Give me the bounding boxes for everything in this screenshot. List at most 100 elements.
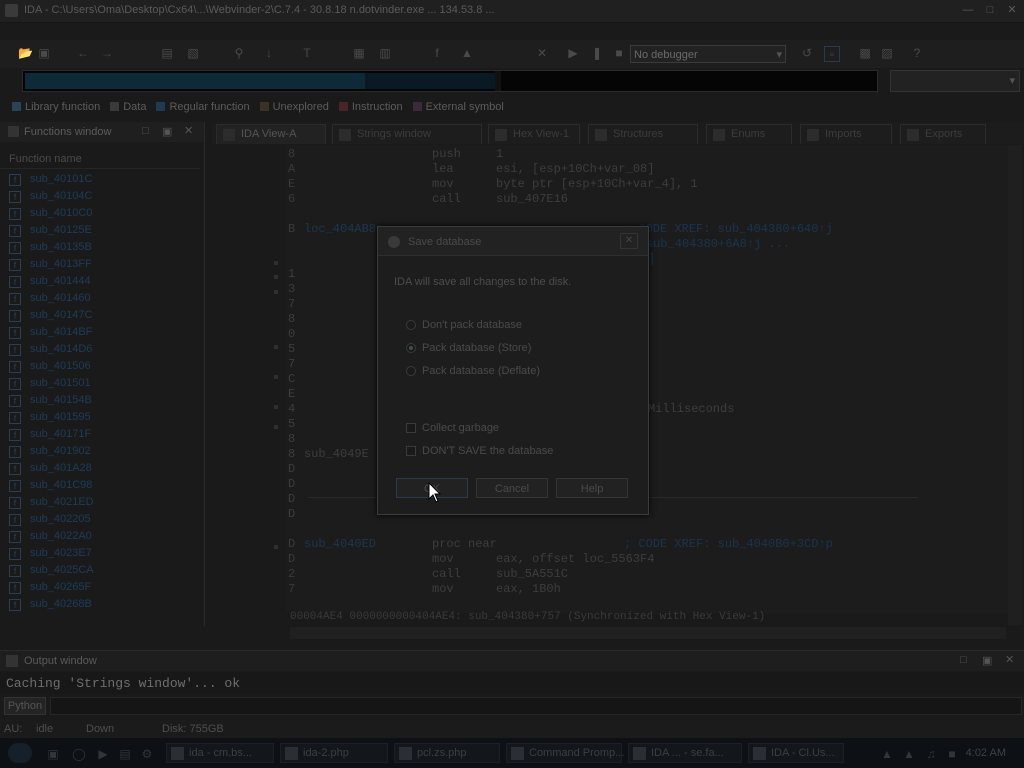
tools-icon[interactable]: ⚙: [140, 747, 154, 761]
disasm-line[interactable]: Dsub_4040ED proc near ; CODE XREF: sub_404…: [286, 537, 1006, 552]
disasm-line[interactable]: 7 mov eax, 1B0h: [286, 582, 1006, 597]
explorer-icon[interactable]: ▣: [46, 747, 60, 761]
function-list-item[interactable]: f sub_401902: [0, 443, 200, 460]
function-list-item[interactable]: f sub_40135B: [0, 239, 200, 256]
checkbox[interactable]: [406, 446, 416, 456]
function-list-item[interactable]: f sub_40101C: [0, 171, 200, 188]
segment-select[interactable]: ▾: [890, 70, 1020, 92]
disasm-line[interactable]: Alea esi, [esp+10Ch+var_08]: [286, 162, 1006, 177]
tab-exports[interactable]: Exports: [900, 124, 986, 144]
pack-option[interactable]: Pack database (Store): [406, 341, 626, 357]
vertical-scrollbar[interactable]: [1008, 145, 1022, 625]
taskbar-item[interactable]: ida - cm.bs...: [166, 743, 274, 763]
down-icon[interactable]: ↓: [262, 46, 276, 60]
function-list-item[interactable]: f sub_4022A0: [0, 528, 200, 545]
debugger-select[interactable]: No debugger ▾: [630, 45, 786, 63]
volume-icon[interactable]: ♫: [924, 747, 938, 761]
media-icon[interactable]: ▶: [96, 747, 110, 761]
clock[interactable]: 4:02 AM: [966, 747, 1006, 759]
checkbox[interactable]: [406, 423, 416, 433]
function-list-item[interactable]: f sub_401C98: [0, 477, 200, 494]
forward-icon[interactable]: →: [100, 46, 114, 60]
tab-structures[interactable]: Structures: [588, 124, 698, 144]
stop-icon[interactable]: ■: [612, 46, 626, 60]
dialog-close-button[interactable]: ✕: [620, 233, 638, 249]
tray-icon[interactable]: ▲: [880, 747, 894, 761]
float-icon[interactable]: ▣: [982, 654, 992, 667]
panel-icon[interactable]: ▨: [880, 46, 894, 60]
disasm-line[interactable]: Emov byte ptr [esp+10Ch+var_4], 1: [286, 177, 1006, 192]
pack-option[interactable]: Don't pack database: [406, 318, 626, 334]
open-icon[interactable]: 📂: [18, 46, 33, 60]
function-list-item[interactable]: f sub_40147C: [0, 307, 200, 324]
taskbar-item[interactable]: ida-2.php: [280, 743, 388, 763]
tab-strings-window[interactable]: Strings window: [332, 124, 482, 144]
tab-imports[interactable]: Imports: [800, 124, 892, 144]
function-list-item[interactable]: f sub_4010C0: [0, 205, 200, 222]
taskbar-item[interactable]: pcl.zs.php: [394, 743, 500, 763]
tab-ida-view-a[interactable]: IDA View-A: [216, 124, 326, 144]
function-list-item[interactable]: f sub_40154B: [0, 392, 200, 409]
tab-enums[interactable]: Enums: [706, 124, 792, 144]
restore-icon[interactable]: □: [960, 654, 967, 666]
function-list-item[interactable]: f sub_401506: [0, 358, 200, 375]
function-list-item[interactable]: f sub_401501: [0, 375, 200, 392]
layout-icon[interactable]: ▩: [858, 46, 872, 60]
function-list-item[interactable]: f sub_40268B: [0, 596, 200, 613]
cancel-icon[interactable]: ✕: [535, 46, 549, 60]
function-list-item[interactable]: f sub_401460: [0, 290, 200, 307]
pack-option[interactable]: Pack database (Deflate): [406, 364, 626, 380]
navigation-band[interactable]: [22, 70, 878, 92]
close-icon[interactable]: ✕: [184, 124, 193, 137]
disasm-line[interactable]: Dmov eax, offset loc_5563F4: [286, 552, 1006, 567]
float-icon[interactable]: ▣: [162, 125, 172, 138]
function-list-item[interactable]: f sub_4023E7: [0, 545, 200, 562]
disasm-line[interactable]: 6 call sub_407E16: [286, 192, 1006, 207]
minimize-button[interactable]: —: [960, 3, 976, 17]
function-list-item[interactable]: f sub_401444: [0, 273, 200, 290]
taskbar-item[interactable]: Command Promp...: [506, 743, 624, 763]
tab-hex-view-1[interactable]: Hex View-1: [488, 124, 580, 144]
disasm-line[interactable]: 8 push 1: [286, 147, 1006, 162]
maximize-button[interactable]: □: [982, 3, 998, 17]
attach-icon[interactable]: ↺: [800, 46, 814, 60]
function-list-item[interactable]: f sub_402205: [0, 511, 200, 528]
save-checkbox[interactable]: DON'T SAVE the database: [406, 444, 626, 460]
function-list-item[interactable]: f sub_4014BF: [0, 324, 200, 341]
pause-icon[interactable]: ❚: [590, 46, 604, 60]
restore-icon[interactable]: □: [142, 125, 149, 137]
function-list-item[interactable]: f sub_4025CA: [0, 562, 200, 579]
help-icon[interactable]: ?: [910, 46, 924, 60]
browser-icon[interactable]: ◯: [72, 747, 86, 761]
function-name-column-header[interactable]: Function name: [0, 152, 200, 169]
close-icon[interactable]: ✕: [1005, 653, 1014, 666]
function-list-item[interactable]: f sub_40265F: [0, 579, 200, 596]
code-icon[interactable]: ▦: [352, 46, 366, 60]
paste-icon[interactable]: ▧: [186, 46, 200, 60]
text-icon[interactable]: T: [300, 46, 314, 60]
save-checkbox[interactable]: Collect garbage: [406, 421, 626, 437]
graph-icon[interactable]: ▲: [460, 46, 474, 60]
function-list-item[interactable]: f sub_401595: [0, 409, 200, 426]
folder-icon[interactable]: ▤: [118, 747, 132, 761]
function-list-item[interactable]: f sub_4014D6: [0, 341, 200, 358]
function-list-item[interactable]: f sub_40125E: [0, 222, 200, 239]
function-list-item[interactable]: f sub_40104C: [0, 188, 200, 205]
function-list-item[interactable]: f sub_4021ED: [0, 494, 200, 511]
function-list-item[interactable]: f sub_4013FF: [0, 256, 200, 273]
taskbar-item[interactable]: IDA ... - se.fa...: [628, 743, 742, 763]
help-button[interactable]: Help: [556, 478, 628, 498]
radio-button[interactable]: [406, 320, 416, 330]
python-button[interactable]: Python: [4, 697, 46, 715]
play-icon[interactable]: ▶: [566, 46, 580, 60]
command-input[interactable]: [50, 697, 1022, 715]
function-icon[interactable]: f: [430, 46, 444, 60]
data-icon[interactable]: ▥: [378, 46, 392, 60]
copy-icon[interactable]: ▤: [160, 46, 174, 60]
function-list-item[interactable]: f sub_40171F: [0, 426, 200, 443]
save-icon[interactable]: ▣: [37, 46, 51, 60]
language-icon[interactable]: ■: [945, 747, 959, 761]
back-icon[interactable]: ←: [76, 46, 90, 60]
search-icon[interactable]: ⚲: [232, 46, 246, 60]
disasm-line[interactable]: 2 call sub_5A551C: [286, 567, 1006, 582]
